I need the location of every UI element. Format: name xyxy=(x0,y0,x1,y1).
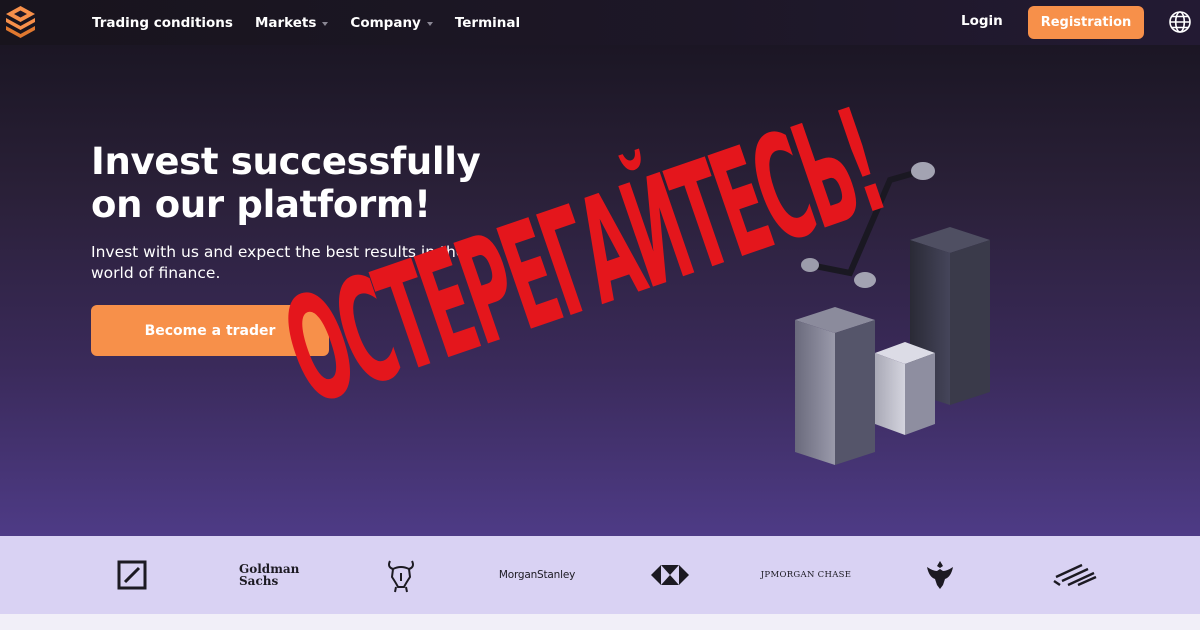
hero-title: Invest successfully on our platform! xyxy=(91,140,511,226)
chevron-down-icon xyxy=(426,21,433,26)
barclays-eagle-logo xyxy=(922,536,958,614)
partner-logo-text: JPMORGAN CHASE xyxy=(760,570,852,580)
top-navbar: Trading conditions Markets Company Termi… xyxy=(0,0,1200,45)
nav-link-label: Terminal xyxy=(454,14,521,31)
login-link[interactable]: Login xyxy=(961,13,1003,29)
nav-markets[interactable]: Markets xyxy=(254,14,329,31)
nav-link-label: Company xyxy=(350,14,421,31)
nav-terminal[interactable]: Terminal xyxy=(455,15,520,31)
brand-logo[interactable] xyxy=(4,5,37,39)
hero-title-line: Invest successfully xyxy=(91,140,481,183)
nav-trading-conditions[interactable]: Trading conditions xyxy=(92,15,233,31)
chevron-down-icon xyxy=(322,21,329,26)
deutsche-bank-logo xyxy=(112,536,152,614)
partner-logo-text: Sachs xyxy=(239,574,279,588)
partner-logo-text: MorganStanley xyxy=(498,569,576,581)
bank-of-america-logo xyxy=(1050,536,1100,614)
nav-link-label: Trading conditions xyxy=(92,14,233,31)
hsbc-logo xyxy=(650,536,690,614)
globe-icon[interactable] xyxy=(1168,10,1192,34)
goldman-sachs-logo: Goldman Sachs xyxy=(232,536,302,614)
merrill-bull-logo xyxy=(380,536,422,614)
morgan-stanley-logo: MorganStanley xyxy=(492,536,582,614)
nav-link-label: Markets xyxy=(254,14,317,31)
jpmorgan-chase-logo: JPMORGAN CHASE xyxy=(760,536,852,614)
nav-links: Trading conditions Markets Company Termi… xyxy=(92,0,542,45)
page-bottom-strip xyxy=(0,614,1200,630)
registration-button[interactable]: Registration xyxy=(1028,6,1144,39)
nav-company[interactable]: Company xyxy=(350,14,433,31)
partners-bar: Goldman Sachs MorganStanley JPMORGAN CHA… xyxy=(0,536,1200,614)
